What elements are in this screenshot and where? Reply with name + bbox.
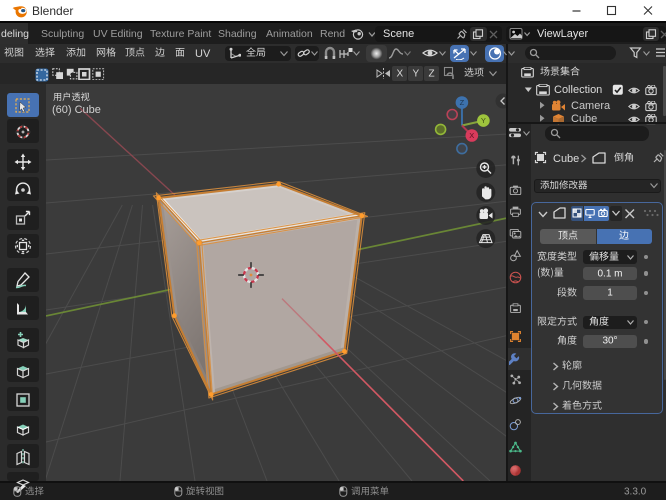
svg-text:X: X xyxy=(469,131,474,140)
svg-text:Z: Z xyxy=(460,98,465,107)
svg-text:Y: Y xyxy=(481,116,486,125)
